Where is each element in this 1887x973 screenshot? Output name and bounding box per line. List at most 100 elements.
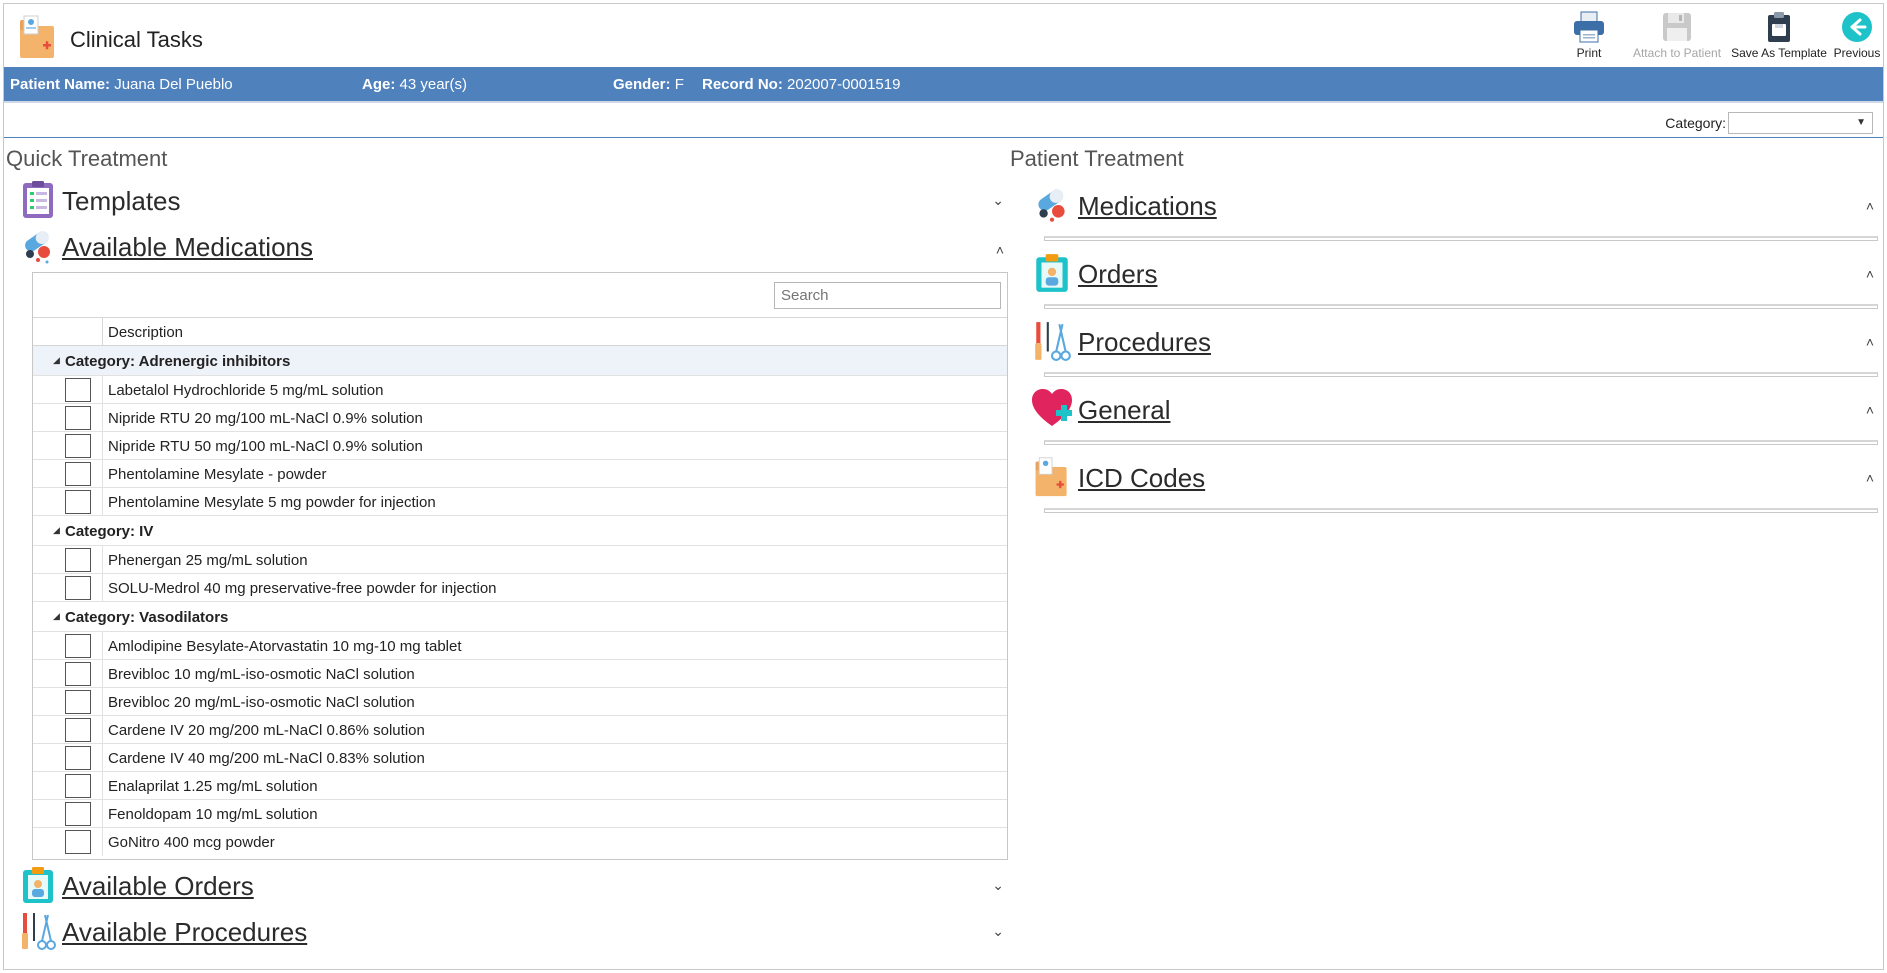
available-medications-accordion[interactable]: Available Medications ˄ [20,226,1004,266]
table-row[interactable]: Phenergan 25 mg/mL solution [33,546,1007,574]
save-as-template-button[interactable]: Save As Template [1726,8,1832,66]
table-row[interactable]: Labetalol Hydrochloride 5 mg/mL solution [33,376,1007,404]
available-medications-title: Available Medications [62,232,313,262]
patient-orders-panel [1044,304,1878,309]
patient-icd-codes-panel [1044,508,1878,513]
medication-description: GoNitro 400 mcg powder [108,834,275,851]
patient-name-field: Patient Name: Juana Del Pueblo [10,76,233,93]
row-checkbox[interactable] [65,774,91,798]
patient-general-accordion[interactable]: General ˄ [1032,388,1878,448]
attach-to-patient-button[interactable]: Attach to Patient [1622,8,1732,66]
row-checkbox[interactable] [65,576,91,600]
row-checkbox[interactable] [65,490,91,514]
chevron-up-icon: ˄ [1865,334,1874,350]
row-checkbox[interactable] [65,718,91,742]
medication-search-input[interactable] [774,282,1001,309]
available-procedures-accordion[interactable]: Available Procedures ⌄ [20,911,1004,951]
table-row[interactable]: Cardene IV 20 mg/200 mL-NaCl 0.86% solut… [33,716,1007,744]
previous-label: Previous [1833,46,1881,60]
medication-description: Amlodipine Besylate-Atorvastatin 10 mg-1… [108,638,462,655]
checkbox-cell [33,660,103,688]
row-checkbox[interactable] [65,634,91,658]
collapse-triangle-icon[interactable]: ◢ [53,355,60,366]
save-as-template-label: Save As Template [1731,46,1827,60]
clipboard-list-icon [23,181,53,218]
row-checkbox[interactable] [65,802,91,826]
patient-info-bar: Patient Name: Juana Del Pueblo Age: 43 y… [4,67,1883,101]
patient-record-label: Record No: [702,76,783,93]
category-label: Category: [1665,115,1726,131]
patient-procedures-accordion[interactable]: Procedures ˄ [1032,320,1878,380]
heart-plus-icon [1032,389,1072,426]
description-column-header: Description [108,324,184,341]
medication-description: SOLU-Medrol 40 mg preservative-free powd… [108,580,497,597]
previous-button[interactable]: Previous [1830,8,1884,66]
patient-name-label: Patient Name: [10,76,111,93]
medical-clipboard-icon [23,867,53,903]
available-orders-accordion[interactable]: Available Orders ⌄ [20,865,1004,905]
patient-general-title: General [1078,395,1171,425]
chevron-down-icon: ▼ [1856,117,1866,128]
chevron-up-icon: ˄ [1865,402,1874,418]
table-row[interactable]: Nipride RTU 20 mg/100 mL-NaCl 0.9% solut… [33,404,1007,432]
printer-icon [1574,11,1604,43]
row-checkbox[interactable] [65,690,91,714]
checkbox-cell [33,800,103,828]
row-checkbox[interactable] [65,406,91,430]
row-checkbox[interactable] [65,746,91,770]
checkbox-cell [33,772,103,800]
table-row[interactable]: Enalaprilat 1.25 mg/mL solution [33,772,1007,800]
group-title: Category: IV [65,523,154,540]
patient-gender-field: Gender: F [613,76,684,93]
row-checkbox[interactable] [65,830,91,854]
templates-accordion[interactable]: Templates ⌄ [20,180,1004,220]
checkbox-cell [33,632,103,660]
group-row-vasodilators[interactable]: ◢ Category: Vasodilators [33,602,1007,632]
table-row[interactable]: Cardene IV 40 mg/200 mL-NaCl 0.83% solut… [33,744,1007,772]
patient-orders-accordion[interactable]: Orders ˄ [1032,252,1878,312]
medication-description: Brevibloc 20 mg/mL-iso-osmotic NaCl solu… [108,694,415,711]
table-row[interactable]: Amlodipine Besylate-Atorvastatin 10 mg-1… [33,632,1007,660]
group-title: Category: Vasodilators [65,609,229,626]
table-row[interactable]: Phentolamine Mesylate 5 mg powder for in… [33,488,1007,516]
medical-folder-icon [1035,457,1067,497]
table-row[interactable]: Brevibloc 20 mg/mL-iso-osmotic NaCl solu… [33,688,1007,716]
row-checkbox[interactable] [65,378,91,402]
checkbox-cell [33,404,103,432]
medication-description: Nipride RTU 50 mg/100 mL-NaCl 0.9% solut… [108,438,423,455]
collapse-triangle-icon[interactable]: ◢ [53,611,60,622]
row-checkbox[interactable] [65,434,91,458]
collapse-triangle-icon[interactable]: ◢ [53,525,60,536]
table-row[interactable]: Brevibloc 10 mg/mL-iso-osmotic NaCl solu… [33,660,1007,688]
patient-medications-accordion[interactable]: Medications ˄ [1032,184,1878,244]
app-title: Clinical Tasks [70,27,203,52]
checkbox-cell [33,460,103,488]
table-row[interactable]: SOLU-Medrol 40 mg preservative-free powd… [33,574,1007,602]
checkbox-cell [33,828,103,856]
floppy-disk-icon [1663,13,1691,41]
patient-icd-codes-accordion[interactable]: ICD Codes ˄ [1032,456,1878,516]
select-column-header [33,318,103,345]
group-row-adrenergic-inhibitors[interactable]: ◢ Category: Adrenergic inhibitors [33,346,1007,376]
pills-icon [1038,189,1065,222]
patient-record-value: 202007-0001519 [787,76,901,93]
table-row[interactable]: GoNitro 400 mcg powder [33,828,1007,856]
checkbox-cell [33,744,103,772]
row-checkbox[interactable] [65,462,91,486]
patient-name-value: Juana Del Pueblo [114,76,233,93]
table-row[interactable]: Fenoldopam 10 mg/mL solution [33,800,1007,828]
group-row-iv[interactable]: ◢ Category: IV [33,516,1007,546]
category-dropdown[interactable]: ▼ [1728,112,1873,134]
chevron-down-icon: ⌄ [992,877,1004,893]
table-row[interactable]: Phentolamine Mesylate - powder [33,460,1007,488]
checkbox-cell [33,688,103,716]
attach-to-patient-label: Attach to Patient [1632,46,1722,60]
row-checkbox[interactable] [65,548,91,572]
print-button[interactable]: Print [1564,8,1614,66]
medical-folder-icon [20,15,54,58]
surgical-tools-icon [1035,322,1071,361]
table-row[interactable]: Nipride RTU 50 mg/100 mL-NaCl 0.9% solut… [33,432,1007,460]
row-checkbox[interactable] [65,662,91,686]
app-window: Clinical Tasks Print Attach to Patient S… [3,3,1884,970]
medication-description: Phenergan 25 mg/mL solution [108,552,308,569]
